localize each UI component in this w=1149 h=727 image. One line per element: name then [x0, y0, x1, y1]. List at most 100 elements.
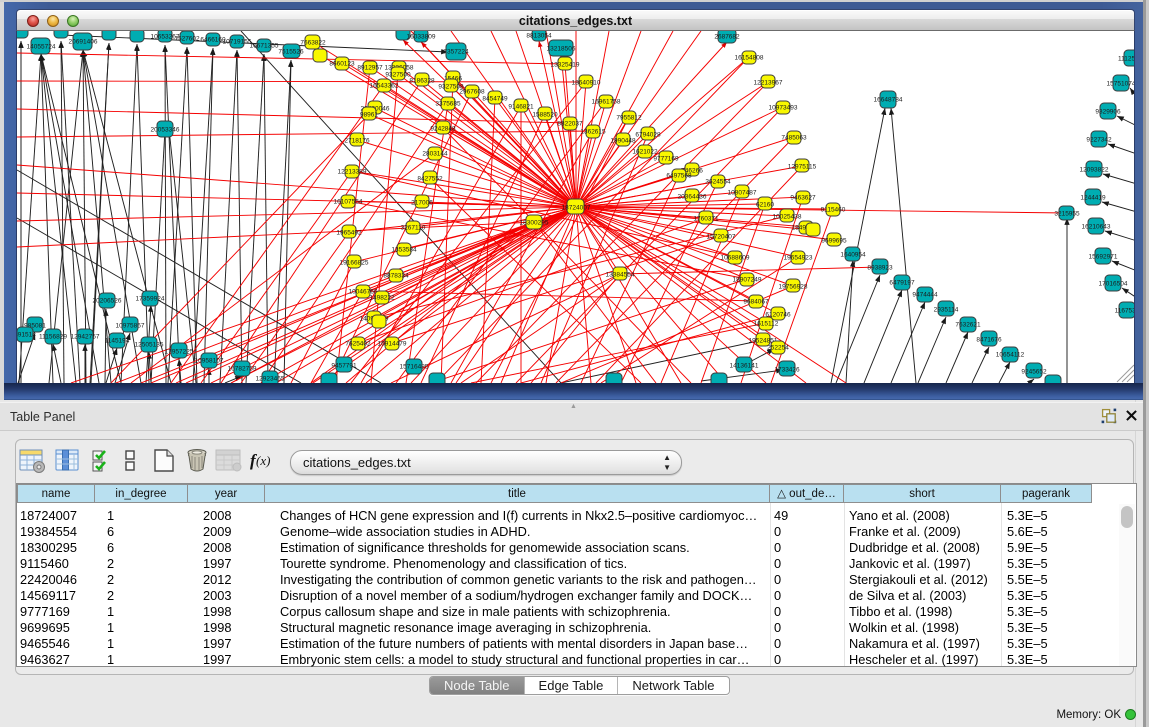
svg-text:7663822: 7663822	[300, 40, 326, 47]
svg-text:2803144: 2803144	[422, 151, 448, 158]
svg-text:8454749: 8454749	[482, 96, 508, 103]
svg-text:19166825: 19166825	[340, 260, 369, 267]
svg-text:13384554: 13384554	[606, 272, 635, 279]
svg-text:1244419: 1244419	[1080, 195, 1106, 202]
svg-text:9115460: 9115460	[821, 207, 846, 214]
svg-text:15716485: 15716485	[400, 364, 429, 371]
svg-text:2718176: 2718176	[344, 138, 370, 145]
svg-text:17359924: 17359924	[136, 296, 165, 303]
svg-text:16033809: 16033809	[407, 34, 436, 41]
svg-text:7485063: 7485063	[781, 135, 807, 142]
svg-text:1527602: 1527602	[174, 36, 200, 43]
svg-text:3267110: 3267110	[401, 225, 426, 232]
svg-text:12213967: 12213967	[754, 80, 783, 87]
svg-text:14055724: 14055724	[27, 44, 56, 51]
svg-text:7357224: 7357224	[443, 49, 469, 56]
svg-text:16961758: 16961758	[592, 99, 621, 106]
svg-text:16543362: 16543362	[370, 83, 399, 90]
svg-text:8912957: 8912957	[357, 65, 383, 72]
svg-text:1362615: 1362615	[580, 129, 606, 136]
svg-text:3215955: 3215955	[1054, 211, 1080, 218]
svg-text:10719155: 10719155	[223, 39, 252, 46]
svg-text:9699695: 9699695	[821, 238, 847, 245]
svg-text:6794028: 6794028	[635, 132, 661, 139]
svg-text:1733426: 1733426	[774, 367, 800, 374]
svg-text:7515526: 7515526	[278, 49, 304, 56]
svg-text:14136141: 14136141	[730, 363, 759, 370]
svg-text:13218506: 13218506	[547, 46, 576, 53]
svg-text:10688609: 10688609	[721, 255, 750, 262]
svg-text:9245652: 9245652	[1021, 369, 1047, 376]
svg-text:1498222: 1498222	[369, 295, 395, 302]
svg-text:2935114: 2935114	[934, 307, 959, 314]
svg-text:16210643: 16210643	[1082, 224, 1111, 231]
svg-text:1760371: 1760371	[693, 216, 719, 223]
svg-text:1145194: 1145194	[105, 338, 130, 345]
svg-text:8878334: 8878334	[383, 273, 409, 280]
svg-text:15692971: 15692971	[1089, 254, 1118, 261]
svg-text:(x): (x)	[256, 453, 270, 468]
svg-text:19654923: 19654923	[784, 255, 813, 262]
svg-text:10807487: 10807487	[728, 190, 757, 197]
svg-text:1965492: 1965492	[336, 230, 362, 237]
svg-text:10973493: 10973493	[769, 105, 798, 112]
svg-text:20206526: 20206526	[93, 298, 122, 305]
svg-text:1615112: 1615112	[754, 321, 779, 328]
svg-text:12975115: 12975115	[788, 164, 817, 171]
svg-text:1640954: 1640954	[840, 252, 866, 259]
svg-text:1167533: 1167533	[1115, 308, 1135, 315]
svg-text:9474444: 9474444	[912, 292, 938, 299]
svg-text:1588520: 1588520	[532, 112, 558, 119]
svg-text:9463627: 9463627	[790, 195, 816, 202]
svg-text:12923465: 12923465	[256, 376, 285, 383]
svg-text:391514: 391514	[17, 332, 36, 339]
svg-text:9242848: 9242848	[430, 126, 456, 133]
svg-text:20364436: 20364436	[678, 194, 707, 201]
svg-text:1353584: 1353584	[391, 247, 417, 254]
svg-text:9329906: 9329906	[1095, 109, 1121, 116]
svg-text:12213389: 12213389	[338, 169, 367, 176]
svg-text:9777169: 9777169	[653, 156, 679, 163]
svg-text:1990448: 1990448	[610, 138, 636, 145]
svg-text:2687682: 2687682	[714, 34, 740, 41]
svg-text:10958107: 10958107	[195, 358, 224, 365]
svg-text:7632621: 7632621	[955, 322, 981, 329]
svg-text:17016504: 17016504	[1099, 281, 1128, 288]
svg-text:20053346: 20053346	[151, 127, 180, 134]
svg-text:9684067: 9684067	[743, 299, 769, 306]
svg-text:2967608: 2967608	[459, 89, 485, 96]
svg-text:9146821: 9146821	[508, 104, 534, 111]
svg-text:18300295: 18300295	[520, 220, 549, 227]
svg-text:16648784: 16648784	[874, 97, 903, 104]
svg-text:12093822: 12093822	[1080, 167, 1109, 174]
svg-text:16782759: 16782759	[228, 366, 257, 373]
svg-text:9327500: 9327500	[385, 72, 411, 79]
svg-text:18640910: 18640910	[572, 80, 601, 87]
svg-text:8822037: 8822037	[557, 121, 583, 128]
svg-text:18724007: 18724007	[562, 205, 591, 212]
svg-text:1621022: 1621022	[632, 149, 658, 156]
svg-text:12942757: 12942757	[71, 334, 100, 341]
svg-text:3375685: 3375685	[435, 101, 461, 108]
svg-text:11125419: 11125419	[1118, 56, 1135, 63]
svg-text:16154808: 16154808	[735, 55, 764, 62]
svg-text:10654112: 10654112	[996, 352, 1025, 359]
svg-text:7955812: 7955812	[616, 115, 642, 122]
svg-text:10025438: 10025438	[773, 214, 802, 221]
svg-text:3624554: 3624554	[705, 179, 731, 186]
svg-text:8186328: 8186328	[409, 78, 435, 85]
svg-text:16107554: 16107554	[334, 199, 363, 206]
svg-text:17957225: 17957225	[165, 349, 194, 356]
svg-text:9457791: 9457791	[331, 363, 357, 370]
svg-text:11156829: 11156829	[39, 334, 67, 341]
svg-text:10975867: 10975867	[116, 323, 145, 330]
svg-text:13325419: 13325419	[551, 62, 580, 69]
svg-text:16671355: 16671355	[250, 43, 279, 50]
svg-text:8427552: 8427552	[417, 176, 443, 183]
svg-text:20691406: 20691406	[69, 39, 98, 46]
svg-text:8938923: 8938923	[867, 265, 893, 272]
svg-text:15751074: 15751074	[1107, 81, 1135, 88]
svg-text:6479197: 6479197	[889, 280, 915, 287]
svg-text:9227342: 9227342	[1086, 137, 1112, 144]
svg-text:19756928: 19756928	[779, 284, 808, 291]
